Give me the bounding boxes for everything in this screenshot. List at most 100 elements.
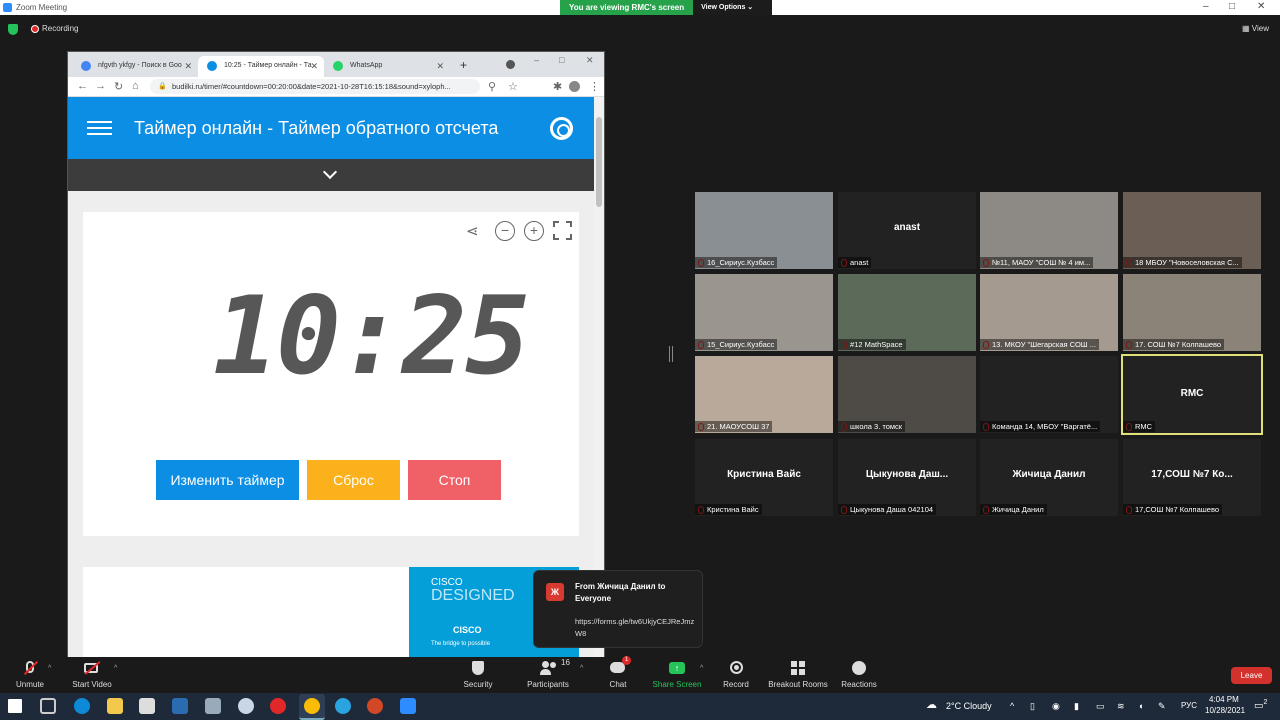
participant-tile[interactable]: Кристина Вайс Кристина Вайс bbox=[695, 439, 833, 516]
telegram-icon[interactable] bbox=[335, 698, 351, 714]
browser-close-icon[interactable]: ✕ bbox=[586, 55, 594, 66]
app-icon[interactable] bbox=[205, 698, 221, 714]
task-view-icon[interactable] bbox=[40, 698, 56, 714]
tray-icon[interactable]: ◉ bbox=[1052, 701, 1060, 712]
browser-minimize-icon[interactable]: – bbox=[534, 55, 539, 65]
view-button[interactable]: ▦ View bbox=[1242, 24, 1269, 33]
clock-date[interactable]: 10/28/2021 bbox=[1205, 706, 1245, 715]
participant-tile[interactable]: 16_Сириус.Кузбасс bbox=[695, 192, 833, 269]
fullscreen-icon[interactable] bbox=[553, 221, 572, 240]
forward-icon[interactable]: → bbox=[95, 80, 106, 92]
video-options-caret[interactable]: ^ bbox=[114, 665, 117, 672]
participant-name: Жичица Данил bbox=[980, 504, 1047, 515]
security-button[interactable]: Security bbox=[443, 657, 513, 689]
close-tab-icon[interactable]: ✕ bbox=[184, 61, 192, 72]
browser-tab-whatsapp[interactable]: WhatsApp ✕ bbox=[324, 56, 450, 77]
participant-tile[interactable]: 17,СОШ №7 Ко... 17,СОШ №7 Колпашево bbox=[1123, 439, 1261, 516]
volume-icon[interactable]: ◖ bbox=[1138, 701, 1143, 711]
breakout-rooms-button[interactable]: Breakout Rooms bbox=[763, 657, 833, 689]
file-explorer-icon[interactable] bbox=[107, 698, 123, 714]
zoom-in-icon[interactable]: + bbox=[524, 221, 544, 241]
participant-tile[interactable]: 17. СОШ №7 Колпашево bbox=[1123, 274, 1261, 351]
participant-display-name: RMC bbox=[1180, 388, 1204, 399]
participant-tile[interactable]: 13. МКОУ "Шегарская СОШ ... bbox=[980, 274, 1118, 351]
tab-search-icon[interactable] bbox=[506, 60, 515, 69]
participants-button[interactable]: 16 Participants bbox=[513, 657, 583, 689]
view-options-button[interactable]: View Options ⌄ bbox=[693, 0, 761, 15]
participant-tile[interactable]: anast anast bbox=[838, 192, 976, 269]
mail-icon[interactable] bbox=[172, 698, 188, 714]
chat-sender: From Жичица Данил to Everyone bbox=[575, 582, 666, 603]
participant-tile[interactable]: 18 МБОУ "Новоселовская С... bbox=[1123, 192, 1261, 269]
gear-icon[interactable] bbox=[550, 117, 573, 140]
participant-tile[interactable]: 15_Сириус.Кузбасс bbox=[695, 274, 833, 351]
sender-avatar: Ж bbox=[546, 583, 564, 601]
notifications-icon[interactable]: ▭2 bbox=[1254, 699, 1267, 711]
zoom-icon[interactable] bbox=[400, 698, 416, 714]
share-icon[interactable]: ⋖ bbox=[466, 224, 484, 240]
app-icon[interactable] bbox=[238, 698, 254, 714]
participant-tile[interactable]: #12 MathSpace bbox=[838, 274, 976, 351]
stop-button[interactable]: Стоп bbox=[408, 460, 501, 500]
audio-options-caret[interactable]: ^ bbox=[48, 665, 51, 672]
pen-icon[interactable]: ✎ bbox=[1158, 701, 1166, 712]
tray-icon[interactable]: ▮ bbox=[1074, 701, 1079, 712]
reset-button[interactable]: Сброс bbox=[307, 460, 400, 500]
maximize-button[interactable]: □ bbox=[1229, 1, 1235, 12]
browser-tab-google[interactable]: nfgvth ykfgy - Поиск в Goo ✕ bbox=[72, 56, 198, 77]
tray-expand-icon[interactable]: ^ bbox=[1010, 701, 1014, 711]
security-shield-icon[interactable] bbox=[8, 24, 18, 35]
clock-time[interactable]: 4:04 PM bbox=[1209, 695, 1239, 704]
reactions-button[interactable]: Reactions bbox=[824, 657, 894, 689]
hamburger-menu-icon[interactable] bbox=[87, 121, 112, 135]
edge-icon[interactable] bbox=[74, 698, 90, 714]
url-bar[interactable]: 🔒 budilki.ru/timer/#countdown=00:20:00&d… bbox=[150, 79, 480, 94]
chrome-icon[interactable] bbox=[304, 698, 320, 714]
lock-icon: 🔒 bbox=[158, 83, 167, 90]
participant-tile[interactable]: Команда 14, МБОУ "Варгатё... bbox=[980, 356, 1118, 433]
windows-start-icon[interactable] bbox=[8, 699, 22, 713]
browser-tab-timer[interactable]: 10:25 - Таймер онлайн - Та ✕ bbox=[198, 56, 324, 77]
reload-icon[interactable]: ↻ bbox=[114, 80, 123, 93]
recording-label[interactable]: Recording bbox=[42, 24, 78, 33]
minimize-button[interactable]: – bbox=[1203, 1, 1209, 12]
battery-icon[interactable]: ▭ bbox=[1096, 701, 1105, 712]
zoom-page-icon[interactable]: ⚲ bbox=[488, 80, 496, 93]
record-button[interactable]: Record bbox=[701, 657, 771, 689]
close-tab-icon[interactable]: ✕ bbox=[436, 61, 444, 72]
new-tab-button[interactable]: + bbox=[460, 58, 467, 72]
participant-tile[interactable]: №11, МАОУ "СОШ № 4 им... bbox=[980, 192, 1118, 269]
chat-notification[interactable]: Ж From Жичица Данил to Everyone https://… bbox=[533, 570, 703, 648]
browser-menu-icon[interactable]: ⋮ bbox=[589, 80, 600, 93]
leave-button[interactable]: Leave bbox=[1231, 667, 1272, 684]
site-title: Таймер онлайн - Таймер обратного отсчета bbox=[134, 118, 499, 138]
input-language[interactable]: РУС bbox=[1181, 701, 1197, 710]
participant-tile[interactable]: школа 3. томск bbox=[838, 356, 976, 433]
participant-display-name: Кристина Вайс bbox=[727, 469, 801, 480]
participant-name: 15_Сириус.Кузбасс bbox=[695, 339, 778, 350]
tray-icon[interactable]: ▯ bbox=[1030, 701, 1035, 712]
participant-tile[interactable]: Жичица Данил Жичица Данил bbox=[980, 439, 1118, 516]
whatsapp-icon bbox=[333, 61, 343, 71]
participant-tile[interactable]: 21. МАОУСОШ 37 bbox=[695, 356, 833, 433]
bookmark-star-icon[interactable]: ☆ bbox=[508, 80, 518, 93]
start-video-button[interactable]: Start Video bbox=[57, 657, 127, 689]
participant-tile-active-speaker[interactable]: RMC RMC bbox=[1121, 354, 1263, 435]
profile-avatar[interactable] bbox=[569, 81, 580, 92]
home-icon[interactable]: ⌂ bbox=[132, 80, 139, 92]
weather-text[interactable]: 2°C Cloudy bbox=[946, 701, 992, 711]
change-timer-button[interactable]: Изменить таймер bbox=[156, 460, 299, 500]
panel-splitter[interactable] bbox=[669, 346, 673, 362]
wifi-icon[interactable]: ≋ bbox=[1117, 701, 1125, 712]
browser-maximize-icon[interactable]: □ bbox=[559, 55, 564, 65]
close-tab-icon[interactable]: ✕ bbox=[310, 61, 318, 72]
opera-icon[interactable] bbox=[270, 698, 286, 714]
extensions-icon[interactable]: ✱ bbox=[553, 80, 562, 93]
participant-tile[interactable]: Цыкунова Даш... Цыкунова Даша 042104 bbox=[838, 439, 976, 516]
store-icon[interactable] bbox=[139, 698, 155, 714]
close-window-button[interactable]: ✕ bbox=[1257, 1, 1265, 12]
back-icon[interactable]: ← bbox=[77, 80, 88, 92]
powerpoint-icon[interactable] bbox=[367, 698, 383, 714]
unmute-button[interactable]: Unmute bbox=[0, 657, 65, 689]
zoom-out-icon[interactable]: − bbox=[495, 221, 515, 241]
